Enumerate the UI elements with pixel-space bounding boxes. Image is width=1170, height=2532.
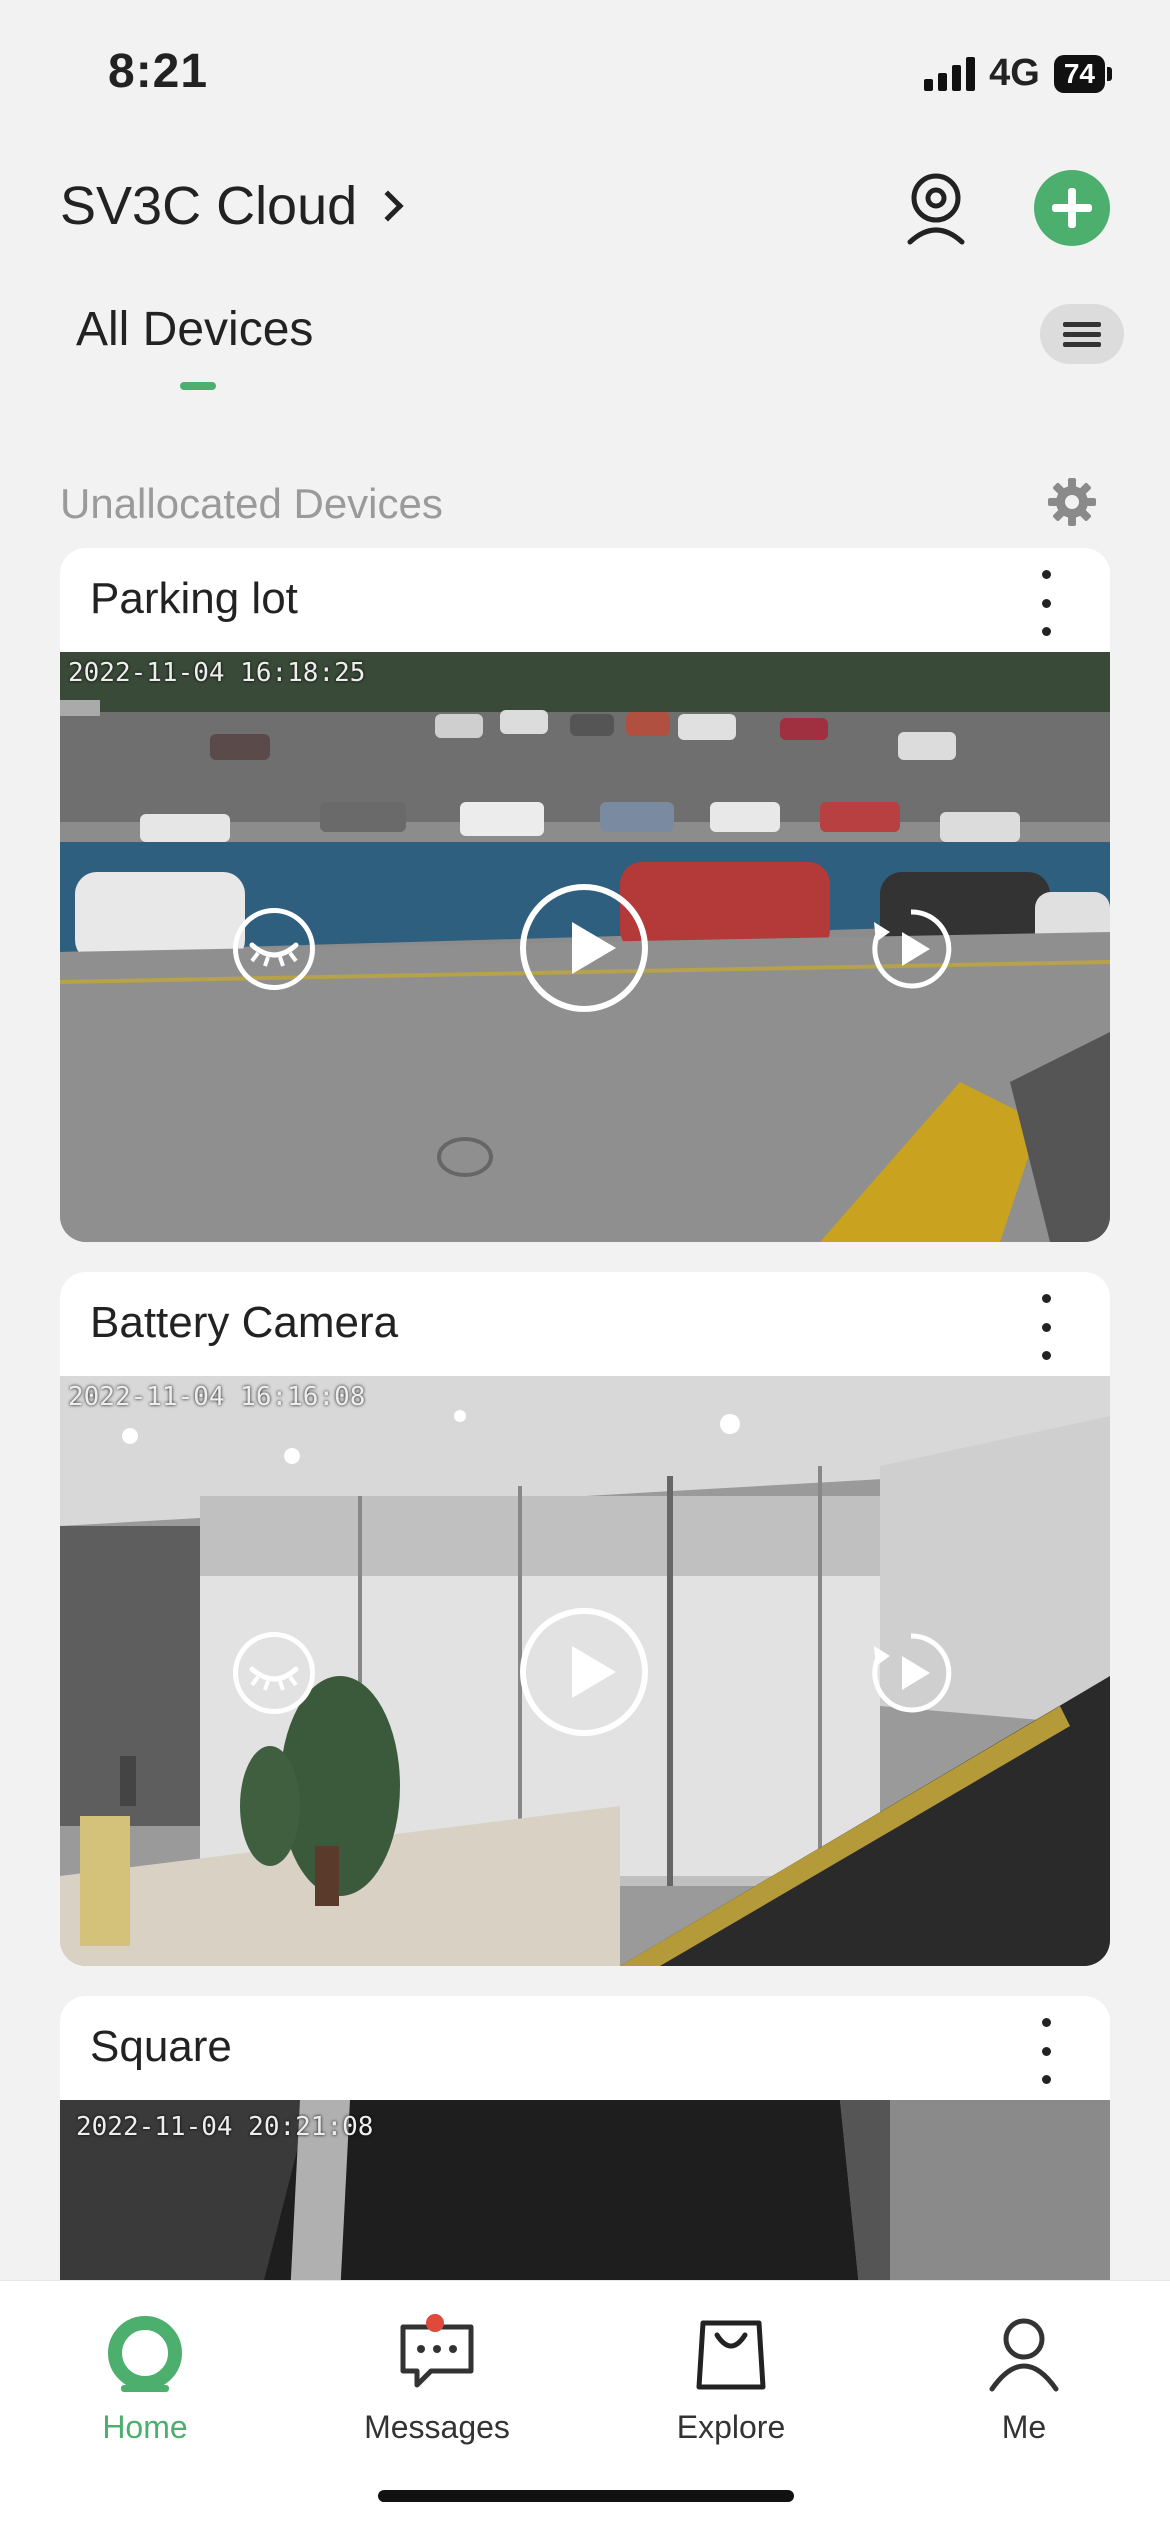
camera-preview[interactable]: 2022-11-04 16:16:08 (60, 1376, 1110, 1966)
camera-preview[interactable]: 2022-11-04 16:18:25 (60, 652, 1110, 1242)
explore-icon (691, 2313, 771, 2393)
section-title: Unallocated Devices (60, 480, 443, 527)
tab-label: Messages (364, 2409, 510, 2445)
battery-icon: 74 (1053, 54, 1112, 93)
tab-all-devices[interactable]: All Devices (76, 302, 313, 357)
home-indicator[interactable] (378, 2490, 794, 2502)
menu-button[interactable] (1040, 304, 1124, 364)
active-tab-indicator (180, 382, 216, 390)
tab-messages[interactable]: Messages (327, 2301, 547, 2446)
camera-scan-button[interactable] (900, 170, 972, 250)
camera-timestamp: 2022-11-04 20:21:08 (76, 2112, 374, 2142)
device-name: Square (90, 2022, 232, 2071)
device-name: Parking lot (90, 574, 298, 623)
add-device-button[interactable] (1034, 170, 1110, 246)
webcam-icon (907, 173, 965, 245)
messages-icon (397, 2313, 477, 2393)
status-indicators: 4G 74 (924, 52, 1112, 95)
me-icon (984, 2313, 1064, 2393)
account-title-button[interactable]: SV3C Cloud (60, 175, 404, 237)
tab-label: Home (102, 2409, 188, 2445)
device-card[interactable]: Parking lot 2022-11-04 16:18:25 (60, 548, 1110, 1242)
tab-explore[interactable]: Explore (621, 2301, 841, 2446)
more-options-icon[interactable] (1036, 2018, 1056, 2084)
signal-icon (924, 56, 976, 91)
more-options-icon[interactable] (1036, 1294, 1056, 1360)
tab-label: Me (1001, 2409, 1047, 2445)
privacy-eye-icon[interactable] (233, 1632, 315, 1714)
camera-timestamp: 2022-11-04 16:16:08 (68, 1382, 366, 1412)
playback-icon[interactable] (870, 1632, 952, 1714)
home-icon (105, 2313, 185, 2393)
gear-icon[interactable] (1046, 476, 1098, 528)
account-title: SV3C Cloud (60, 176, 358, 236)
privacy-eye-icon[interactable] (233, 908, 315, 990)
more-options-icon[interactable] (1036, 570, 1056, 636)
device-card-header: Parking lot (60, 548, 1110, 652)
device-card[interactable]: Square 2022-11-04 20:21:08 (60, 1996, 1110, 2296)
battery-level: 74 (1053, 54, 1105, 93)
tab-label: Explore (676, 2409, 786, 2445)
network-type: 4G (989, 52, 1040, 94)
status-time: 8:21 (108, 45, 209, 98)
camera-timestamp: 2022-11-04 16:18:25 (68, 658, 366, 688)
device-card-header: Battery Camera (60, 1272, 1110, 1376)
playback-icon[interactable] (870, 908, 952, 990)
play-icon[interactable] (520, 1608, 648, 1736)
chevron-right-icon (372, 190, 404, 222)
camera-preview[interactable]: 2022-11-04 20:21:08 (60, 2100, 1110, 2296)
play-icon[interactable] (520, 884, 648, 1012)
tab-me[interactable]: Me (914, 2301, 1134, 2446)
device-name: Battery Camera (90, 1298, 399, 1347)
device-card[interactable]: Battery Camera 2022-11-04 16:16:08 (60, 1272, 1110, 1966)
tab-home[interactable]: Home (35, 2301, 255, 2446)
status-bar: 8:21 4G 74 (0, 0, 1170, 150)
device-card-header: Square (60, 1996, 1110, 2100)
